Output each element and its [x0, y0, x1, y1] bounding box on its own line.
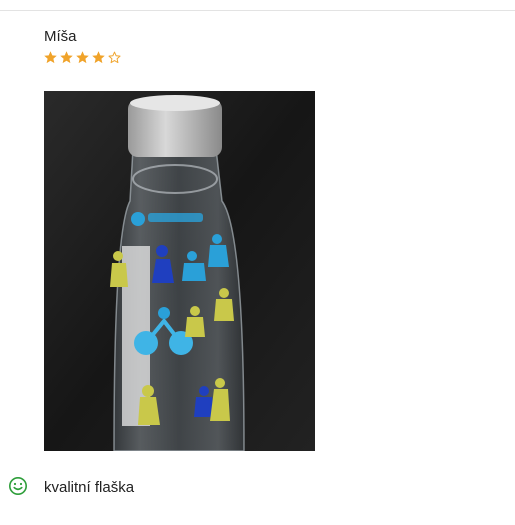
star-empty-icon	[108, 51, 121, 64]
star-rating	[43, 50, 122, 65]
star-filled-icon	[92, 51, 105, 64]
star-filled-icon	[76, 51, 89, 64]
review-photo[interactable]	[44, 91, 315, 451]
star-filled-icon	[44, 51, 57, 64]
top-divider	[0, 10, 515, 11]
star-filled-icon	[60, 51, 73, 64]
reviewer-name: Míša	[44, 28, 77, 45]
smile-icon	[9, 477, 27, 495]
pro-item: kvalitní flaška	[8, 476, 134, 496]
pro-text: kvalitní flaška	[44, 479, 135, 496]
